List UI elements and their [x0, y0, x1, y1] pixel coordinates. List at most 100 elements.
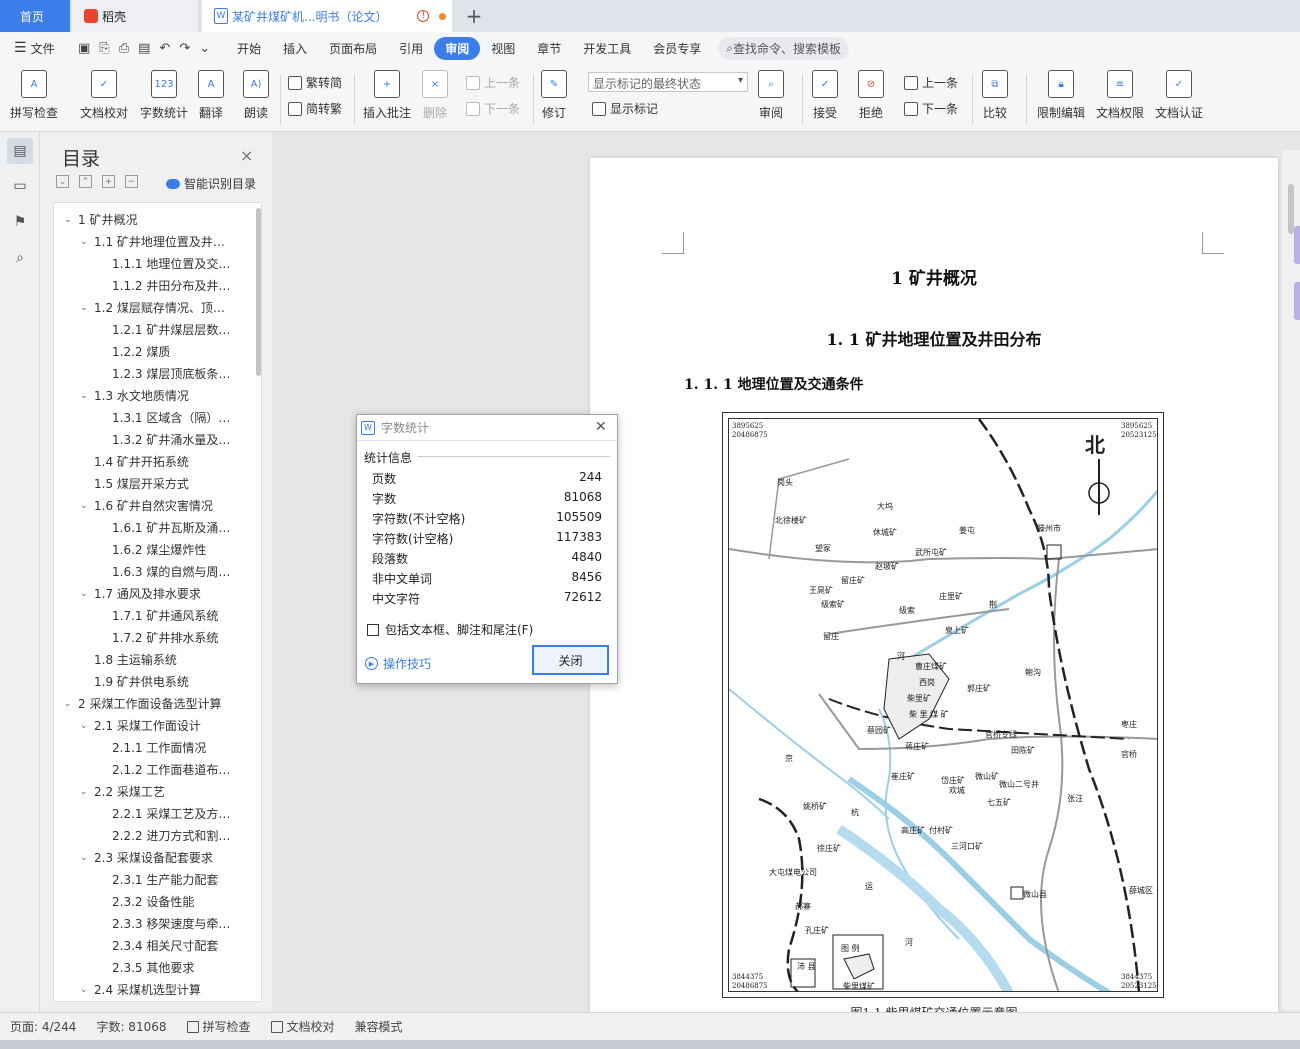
file-menu[interactable]: ☰ 文件: [0, 40, 68, 57]
chapter-nav-icon[interactable]: ▭: [10, 176, 30, 196]
reject-button[interactable]: ⊘ 拒绝: [858, 70, 884, 121]
track-changes-button[interactable]: ✎ 修订: [541, 70, 567, 121]
toc-item[interactable]: 1.3.2 矿井涌水量及…: [112, 431, 230, 448]
collapse-all-icon[interactable]: ⌄: [56, 175, 69, 188]
tab-home[interactable]: 首页: [0, 0, 70, 32]
toc-item[interactable]: 1.6.1 矿井瓦斯及涌…: [112, 519, 230, 536]
toc-item[interactable]: 1.4 矿井开拓系统: [80, 453, 189, 470]
chevron-down-icon[interactable]: ⌄: [80, 303, 94, 313]
menu-layout[interactable]: 页面布局: [318, 37, 388, 60]
expand-all-icon[interactable]: ⌃: [79, 175, 92, 188]
checkbox-box[interactable]: [367, 623, 379, 636]
restrict-edit-button[interactable]: 🔒︎ 限制编辑: [1037, 70, 1085, 121]
word-count-indicator[interactable]: 字数: 81068: [96, 1018, 166, 1035]
toc-item[interactable]: ⌄ 1.6 矿井自然灾害情况: [80, 497, 213, 514]
menu-view[interactable]: 视图: [480, 37, 526, 60]
markup-state-select[interactable]: 显示标记的最终状态: [588, 72, 748, 92]
format-painter-icon[interactable]: ⎘: [99, 41, 109, 56]
chevron-down-icon[interactable]: ⌄: [80, 721, 94, 731]
delete-comment-button[interactable]: × 删除: [422, 70, 448, 121]
bookmark-icon[interactable]: ⚑: [10, 212, 30, 232]
side-panel-tab[interactable]: [1294, 226, 1300, 264]
read-aloud-button[interactable]: A) 朗读: [243, 70, 269, 121]
warning-icon[interactable]: !: [417, 10, 430, 22]
tab-daoke[interactable]: 稻壳: [72, 0, 198, 32]
doc-permission-button[interactable]: ≡ 文档权限: [1096, 70, 1144, 121]
menu-insert[interactable]: 插入: [272, 37, 318, 60]
spellcheck-button[interactable]: A 拼写检查: [10, 70, 58, 121]
redo-icon[interactable]: ↷: [179, 41, 190, 56]
toc-item[interactable]: 1.2.3 煤层顶底板条…: [112, 365, 230, 382]
toc-item[interactable]: 2.3.4 相关尺寸配套: [112, 937, 218, 954]
translate-button[interactable]: A 翻译: [198, 70, 224, 121]
toc-item[interactable]: ⌄ 2.2 采煤工艺: [80, 783, 165, 800]
toc-item[interactable]: 2.3.1 生产能力配套: [112, 871, 218, 888]
tips-link[interactable]: ▶ 操作技巧: [365, 655, 431, 672]
toc-item[interactable]: 2.2.2 进刀方式和割…: [112, 827, 230, 844]
toc-item[interactable]: ⌄ 1.2 煤层赋存情况、顶…: [80, 299, 225, 316]
dialog-close-icon[interactable]: ✕: [595, 419, 607, 435]
chevron-down-icon[interactable]: ⌄: [80, 853, 94, 863]
toc-item[interactable]: 1.2.1 矿井煤层层数…: [112, 321, 230, 338]
accept-button[interactable]: ✓ 接受: [812, 70, 838, 121]
scroll-thumb[interactable]: [1288, 184, 1294, 234]
doc-certify-button[interactable]: ✓ 文档认证: [1155, 70, 1203, 121]
toc-close-icon[interactable]: ×: [240, 146, 253, 165]
prev-change-button[interactable]: 上一条: [904, 74, 958, 91]
find-icon[interactable]: ⌕: [10, 248, 30, 268]
next-change-button[interactable]: 下一条: [904, 100, 958, 117]
smart-toc-button[interactable]: 智能识别目录: [166, 175, 256, 192]
toc-item[interactable]: 1.7.2 矿井排水系统: [112, 629, 218, 646]
toc-item[interactable]: 1.3.1 区域含（隔）…: [112, 409, 230, 426]
trad-to-simp-button[interactable]: 繁转简: [288, 74, 342, 91]
menu-review[interactable]: 审阅: [434, 36, 481, 60]
save-icon[interactable]: ▣: [78, 41, 90, 56]
toc-item[interactable]: 1.6.2 煤尘爆炸性: [112, 541, 206, 558]
show-markup-button[interactable]: 显示标记: [592, 100, 658, 117]
menu-member[interactable]: 会员专享: [642, 37, 712, 60]
chevron-down-icon[interactable]: ⌄: [80, 501, 94, 511]
simp-to-trad-button[interactable]: 简转繁: [288, 100, 342, 117]
insert-comment-button[interactable]: + 插入批注: [363, 70, 411, 121]
remove-level-icon[interactable]: −: [125, 175, 138, 188]
tab-document[interactable]: W 某矿井煤矿机...明书（论文）!: [202, 0, 452, 32]
document-scrollbar[interactable]: [1282, 150, 1300, 1010]
dialog-title-bar[interactable]: W 字数统计: [357, 415, 617, 441]
toc-item[interactable]: 2.3.3 移架速度与牵…: [112, 915, 230, 932]
next-comment-button[interactable]: 下一条: [466, 100, 520, 117]
toc-panel-icon[interactable]: ▤: [7, 138, 33, 164]
chevron-down-icon[interactable]: ⌄: [80, 589, 94, 599]
customize-icon[interactable]: ⌄: [199, 41, 210, 56]
toc-item[interactable]: ⌄ 1.1 矿井地理位置及井…: [80, 233, 225, 250]
toc-item[interactable]: 1.1.2 井田分布及井…: [112, 277, 230, 294]
chevron-down-icon[interactable]: ⌄: [80, 985, 94, 995]
include-textbox-checkbox[interactable]: 包括文本框、脚注和尾注(F): [367, 621, 533, 638]
menu-section[interactable]: 章节: [526, 37, 572, 60]
command-search[interactable]: ⌕ 查找命令、搜索模板: [718, 36, 850, 60]
toc-item[interactable]: 2.2.1 采煤工艺及方…: [112, 805, 230, 822]
review-pane-button[interactable]: ⌕ 审阅: [758, 70, 784, 121]
undo-icon[interactable]: ↶: [159, 41, 170, 56]
close-button[interactable]: 关闭: [532, 645, 609, 675]
toc-item[interactable]: 1.8 主运输系统: [80, 651, 177, 668]
toc-item[interactable]: ⌄ 1.3 水文地质情况: [80, 387, 189, 404]
chevron-down-icon[interactable]: ⌄: [80, 391, 94, 401]
side-panel-tab[interactable]: [1294, 282, 1300, 320]
toc-item[interactable]: 2.1.2 工作面巷道布…: [112, 761, 230, 778]
toc-item[interactable]: 1.5 煤层开采方式: [80, 475, 189, 492]
add-level-icon[interactable]: +: [102, 175, 115, 188]
doc-proof-button[interactable]: ✓ 文档校对: [80, 70, 128, 121]
toc-item[interactable]: 1.7.1 矿井通风系统: [112, 607, 218, 624]
toc-item[interactable]: ⌄ 1 矿井概况: [64, 211, 137, 228]
toc-item[interactable]: 1.9 矿井供电系统: [80, 673, 189, 690]
compare-button[interactable]: ⧉ 比较: [982, 70, 1008, 121]
status-proof[interactable]: 文档校对: [270, 1018, 335, 1035]
toc-item[interactable]: 2.1.1 工作面情况: [112, 739, 206, 756]
print-icon[interactable]: ⎙: [119, 41, 129, 56]
toc-item[interactable]: ⌄ 2.4 采煤机选型计算: [80, 981, 201, 998]
toc-item[interactable]: ⌄ 2 采煤工作面设备选型计算: [64, 695, 221, 712]
preview-icon[interactable]: ▤: [138, 41, 150, 56]
chevron-down-icon[interactable]: ⌄: [80, 787, 94, 797]
toc-item[interactable]: ⌄ 2.3 采煤设备配套要求: [80, 849, 213, 866]
toc-item[interactable]: ⌄ 2.1 采煤工作面设计: [80, 717, 201, 734]
